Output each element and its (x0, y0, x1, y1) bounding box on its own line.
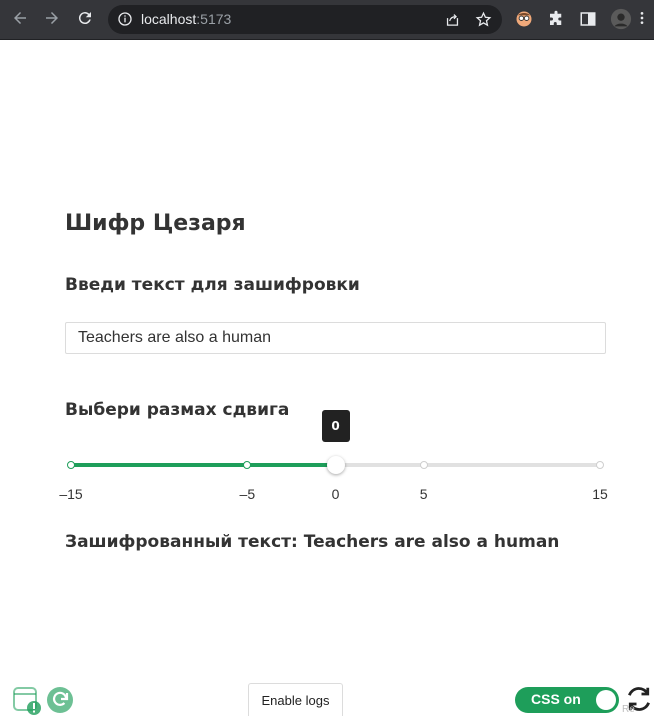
css-toggle-label: CSS on (531, 691, 581, 707)
refresh-circle-icon (47, 687, 73, 713)
bookmark-star-icon[interactable] (475, 11, 492, 28)
extension-avatar-icon[interactable] (515, 10, 533, 28)
slider-mark-dot[interactable] (419, 461, 428, 469)
address-bar[interactable]: localhost:5173 (108, 5, 502, 34)
plaintext-input[interactable] (65, 322, 606, 354)
enable-logs-button[interactable]: Enable logs (248, 683, 343, 716)
result-text: Зашифрованный текст: Teachers are also a… (65, 532, 559, 552)
side-panel-icon[interactable] (579, 10, 597, 28)
slider-value-tooltip: 0 (321, 410, 350, 442)
input-section-label: Введи текст для зашифровки (65, 275, 360, 295)
slider-mark-dot[interactable] (67, 461, 75, 469)
browser-window-warning-icon (13, 687, 41, 715)
slider-mark-label: 15 (592, 486, 608, 502)
css-toggle[interactable]: CSS on (515, 687, 619, 713)
result-value: Teachers are also a human (303, 532, 560, 552)
result-prefix: Зашифрованный текст: (65, 532, 304, 552)
url-text: localhost:5173 (141, 11, 232, 27)
forward-icon[interactable] (42, 9, 62, 29)
back-icon[interactable] (10, 9, 30, 29)
profile-avatar-icon[interactable] (610, 8, 632, 30)
extensions-puzzle-icon[interactable] (547, 10, 565, 28)
slider-mark-label: –15 (59, 486, 83, 502)
shift-label: Выбери размах сдвига (65, 400, 290, 420)
slider-fill (71, 463, 336, 467)
browser-menu-icon[interactable] (634, 9, 650, 29)
reload-label: Re (622, 704, 635, 715)
share-icon[interactable] (444, 11, 461, 28)
shift-slider[interactable] (67, 456, 604, 474)
slider-mark-label: –5 (239, 486, 256, 502)
browser-toolbar: localhost:5173 (0, 0, 654, 40)
slider-mark-dot[interactable] (243, 461, 252, 469)
slider-mark-dot[interactable] (596, 461, 604, 469)
devtools-status-icons (13, 687, 73, 715)
toggle-knob (596, 690, 616, 710)
slider-mark-label: 0 (331, 486, 340, 502)
page-title: Шифр Цезаря (65, 211, 246, 236)
reload-page-icon[interactable] (75, 9, 95, 29)
slider-mark-label: 5 (419, 486, 428, 502)
slider-thumb[interactable] (326, 456, 345, 474)
info-icon[interactable] (117, 11, 133, 27)
